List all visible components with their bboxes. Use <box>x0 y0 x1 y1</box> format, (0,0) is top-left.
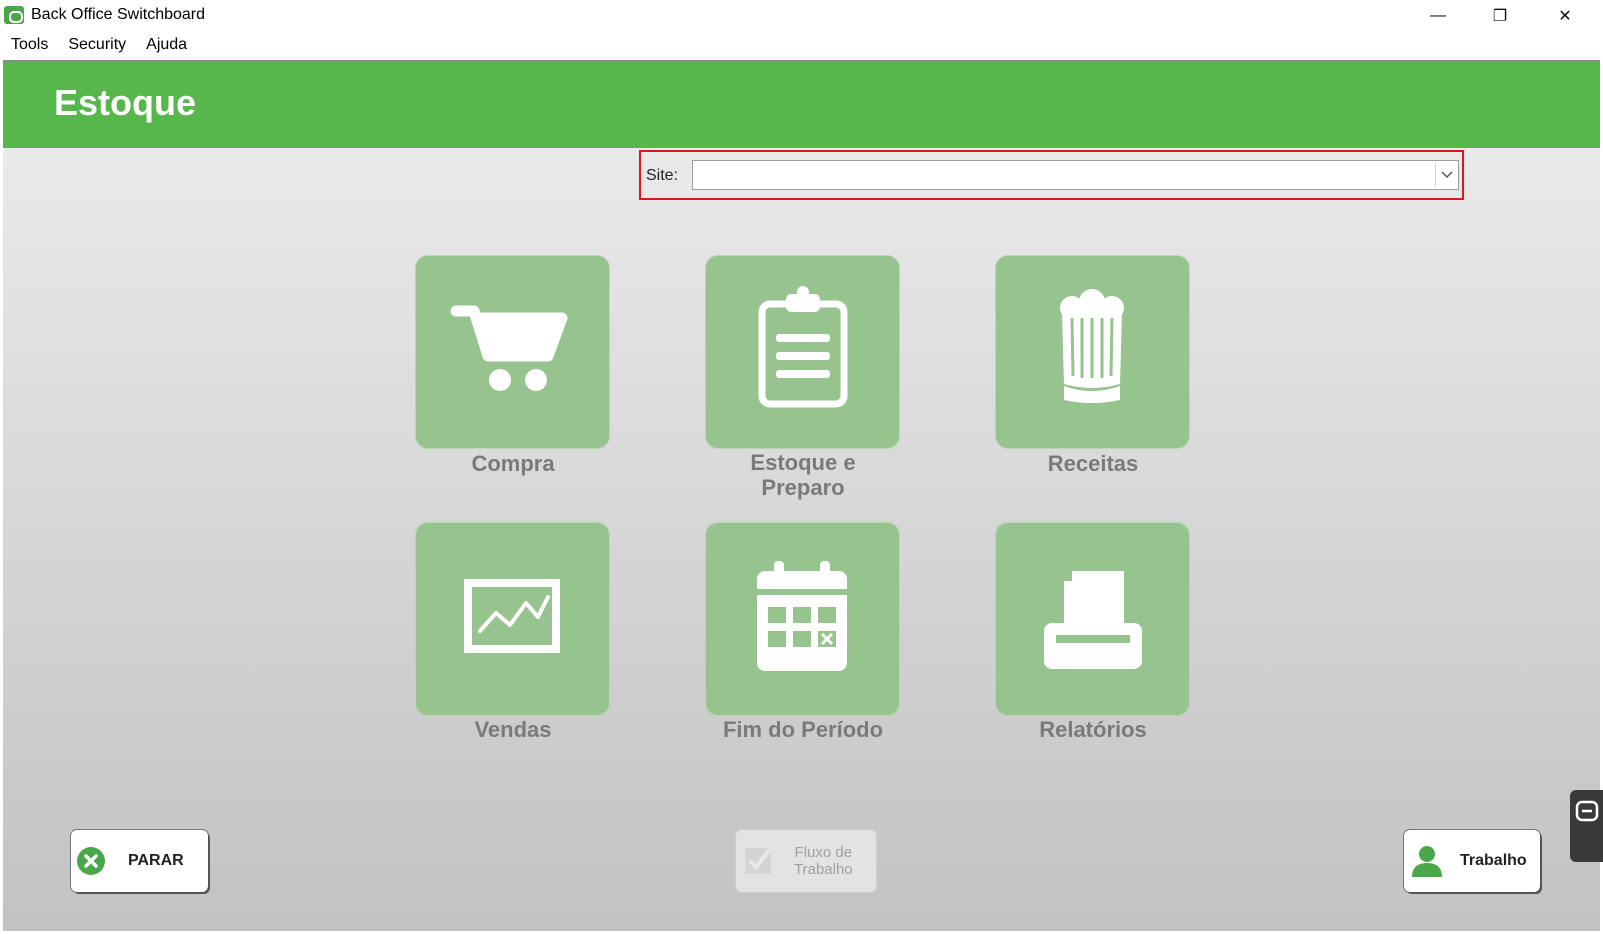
work-button-label: Trabalho <box>1460 852 1527 869</box>
tile-relatorios[interactable] <box>996 523 1189 715</box>
work-button[interactable]: Trabalho <box>1404 830 1540 892</box>
tile-estoque-preparo[interactable] <box>706 256 899 448</box>
title-bar: Back Office Switchboard — ❐ ✕ <box>0 0 1603 31</box>
maximize-button[interactable]: ❐ <box>1470 0 1530 31</box>
tile-label-estoque-preparo: Estoque e Preparo <box>683 450 923 500</box>
shopping-cart-icon <box>450 305 568 391</box>
remote-link-icon <box>1575 800 1599 822</box>
menu-bar: Tools Security Ajuda <box>0 31 1603 59</box>
tile-receitas[interactable] <box>996 256 1189 448</box>
tile-label-estoque-preparo-text: Estoque e Preparo <box>750 450 856 500</box>
tile-label-receitas: Receitas <box>1047 451 1139 476</box>
workflow-button: Fluxo de Trabalho <box>736 830 876 892</box>
workflow-label-line2: Trabalho <box>794 861 853 878</box>
header-band: Estoque <box>3 62 1600 148</box>
stop-button-label: PARAR <box>128 852 184 869</box>
tile-label-vendas: Vendas <box>474 717 552 742</box>
tile-compra[interactable] <box>416 256 609 448</box>
checkbox-icon <box>745 847 772 874</box>
site-combobox[interactable] <box>692 160 1459 190</box>
workflow-label-line1: Fluxo de <box>794 844 853 861</box>
calendar-icon <box>757 561 847 671</box>
minimize-button[interactable]: — <box>1408 0 1468 31</box>
tile-fim-periodo[interactable] <box>706 523 899 715</box>
tile-label-compra: Compra <box>471 451 555 476</box>
chef-hat-icon <box>1060 289 1124 403</box>
printer-icon <box>1044 571 1142 669</box>
tile-label-fim-periodo: Fim do Período <box>722 717 884 742</box>
stop-button[interactable]: PARAR <box>71 830 208 892</box>
sales-chart-icon <box>464 579 560 653</box>
workflow-button-label: Fluxo de Trabalho <box>794 844 853 878</box>
site-selector: Site: <box>639 150 1464 200</box>
tile-vendas[interactable] <box>416 523 609 715</box>
window-title: Back Office Switchboard <box>31 6 206 23</box>
chevron-down-icon[interactable] <box>1435 163 1457 187</box>
menu-tools[interactable]: Tools <box>11 36 48 54</box>
tile-label-relatorios: Relatórios <box>1039 717 1147 742</box>
clipboard-icon <box>758 286 848 408</box>
site-label: Site: <box>646 167 679 184</box>
close-button[interactable]: ✕ <box>1535 0 1595 31</box>
menu-security[interactable]: Security <box>68 36 126 54</box>
close-circle-icon <box>77 847 105 875</box>
side-panel-tab[interactable] <box>1570 790 1603 862</box>
menu-ajuda[interactable]: Ajuda <box>146 36 187 54</box>
user-icon <box>1412 846 1442 877</box>
app-icon <box>4 6 24 24</box>
page-title: Estoque <box>54 82 197 123</box>
